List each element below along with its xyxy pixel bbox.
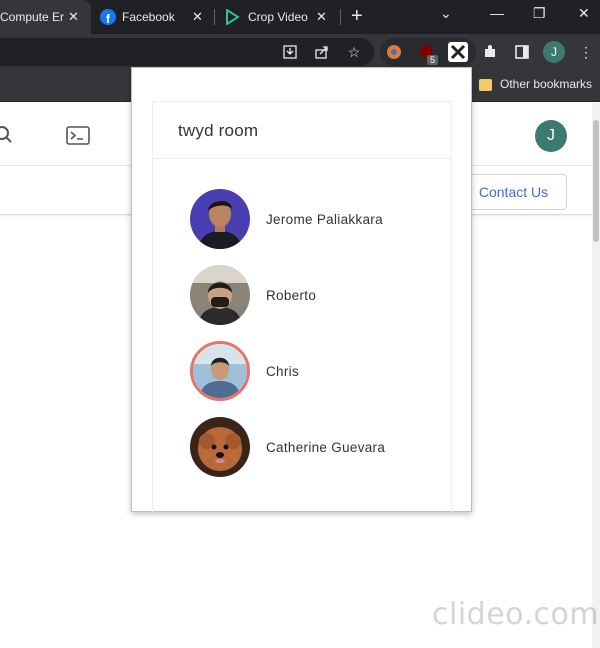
menu-kebab-icon[interactable]: ⋮ <box>576 42 596 62</box>
close-tab-icon[interactable]: ✕ <box>68 9 79 25</box>
member-item[interactable]: Catherine Guevara <box>190 417 430 477</box>
tab-label: Facebook <box>122 10 175 24</box>
share-icon[interactable] <box>312 42 332 62</box>
terminal-icon[interactable] <box>66 126 90 145</box>
install-icon[interactable] <box>280 42 300 62</box>
bookmark-star-icon[interactable]: ☆ <box>344 42 364 62</box>
screen: Compute Er ✕ f Facebook ✕ Crop Video ✕ +… <box>0 0 600 648</box>
member-name: Jerome Paliakkara <box>266 211 383 227</box>
tab-label: Crop Video <box>248 10 308 24</box>
tab-search-chevron-icon[interactable]: ⌄ <box>440 5 452 22</box>
avatar <box>190 265 250 325</box>
extension-popup: twyd room Jerome Paliakkara Roberto Chri… <box>131 67 472 512</box>
folder-icon <box>479 79 492 91</box>
tab-strip: Compute Er ✕ f Facebook ✕ Crop Video ✕ +… <box>0 0 600 34</box>
tab-compute[interactable]: Compute Er ✕ <box>0 0 91 34</box>
extension-globe-icon[interactable] <box>384 42 404 62</box>
member-name: Roberto <box>266 287 317 303</box>
room-title: twyd room <box>178 121 259 140</box>
facebook-icon: f <box>100 9 116 25</box>
close-tab-icon[interactable]: ✕ <box>192 9 203 25</box>
member-item[interactable]: Roberto <box>190 265 430 325</box>
active-extension-icon[interactable] <box>448 42 468 62</box>
close-window-icon[interactable]: ✕ <box>578 5 590 22</box>
profile-avatar[interactable]: J <box>543 41 565 63</box>
member-item[interactable]: Jerome Paliakkara <box>190 189 430 249</box>
member-name: Chris <box>266 363 300 379</box>
avatar <box>190 189 250 249</box>
browser-toolbar: ☆ <box>0 34 600 70</box>
search-icon[interactable] <box>0 125 14 145</box>
room-divider <box>153 158 451 159</box>
scrollbar-thumb[interactable] <box>593 120 599 242</box>
other-bookmarks-link[interactable]: Other bookmarks <box>500 77 592 91</box>
tab-crop-video[interactable]: Crop Video ✕ <box>215 0 341 34</box>
new-tab-plus-icon[interactable]: + <box>351 6 363 26</box>
avatar-highlighted <box>190 341 250 401</box>
extensions-puzzle-icon[interactable] <box>480 42 500 62</box>
tab-separator <box>340 9 341 25</box>
watermark: clideo.com <box>432 597 600 632</box>
page-scrollbar[interactable] <box>592 103 600 648</box>
side-panel-icon[interactable] <box>512 42 532 62</box>
member-item[interactable]: Chris <box>190 341 430 401</box>
restore-icon[interactable]: ❐ <box>533 5 546 22</box>
minimize-icon[interactable]: — <box>490 5 504 21</box>
close-tab-icon[interactable]: ✕ <box>316 9 327 25</box>
play-icon <box>226 9 240 25</box>
extension-badge: 5 <box>427 55 439 65</box>
avatar <box>190 417 250 477</box>
tab-label: Compute Er <box>0 10 64 24</box>
tab-facebook[interactable]: f Facebook ✕ <box>91 0 215 34</box>
user-avatar[interactable]: J <box>535 120 567 152</box>
room-card: twyd room Jerome Paliakkara Roberto Chri… <box>152 101 452 512</box>
member-name: Catherine Guevara <box>266 439 386 455</box>
